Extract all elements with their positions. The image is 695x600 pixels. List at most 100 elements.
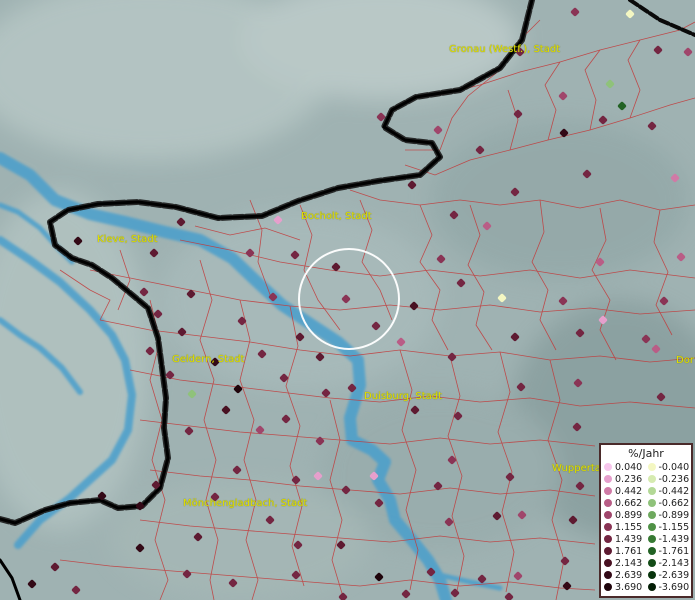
- measurement-point[interactable]: [447, 352, 457, 362]
- legend-row-positive: 0.040: [604, 461, 648, 473]
- measurement-point[interactable]: [315, 436, 325, 446]
- legend-swatch: [604, 463, 612, 471]
- city-label-wuppertal: Wupperta: [552, 463, 601, 474]
- legend-swatch: [604, 475, 612, 483]
- legend-value: 3.690: [615, 581, 643, 593]
- measurement-point[interactable]: [647, 121, 657, 131]
- legend-row-positive: 1.761: [604, 545, 648, 557]
- map-view[interactable]: Gronau (Westf.), Stadt Bocholt, Stadt Kl…: [0, 0, 695, 600]
- measurement-point[interactable]: [321, 388, 331, 398]
- measurement-point[interactable]: [497, 293, 507, 303]
- city-label-geldern: Geldern, Stadt: [172, 354, 245, 365]
- measurement-point[interactable]: [436, 254, 446, 264]
- legend-value: 0.662: [615, 497, 643, 509]
- legend-row-negative: -0.442: [647, 485, 692, 497]
- legend-panel: %/Jahr 0.040 0.236 0.442 0.662 0.899 1.155 1.4…: [599, 443, 693, 598]
- legend-swatch: [647, 547, 656, 555]
- measurement-point[interactable]: [625, 9, 635, 19]
- legend-row-negative: -1.155: [647, 521, 692, 533]
- legend-value: 1.439: [615, 533, 643, 545]
- legend-swatch: [604, 487, 612, 495]
- measurement-point[interactable]: [562, 581, 572, 591]
- measurement-point[interactable]: [221, 405, 231, 415]
- map-canvas[interactable]: [0, 0, 695, 600]
- measurement-point[interactable]: [50, 562, 60, 572]
- measurement-point[interactable]: [456, 278, 466, 288]
- measurement-point[interactable]: [338, 592, 348, 600]
- measurement-point[interactable]: [513, 571, 523, 581]
- legend-value: -0.236: [658, 473, 690, 485]
- legend-value: 0.236: [615, 473, 643, 485]
- legend-value: -0.442: [658, 485, 690, 497]
- city-label-bocholt: Bocholt, Stadt: [301, 211, 372, 222]
- legend-swatch: [647, 559, 656, 567]
- measurement-point[interactable]: [407, 180, 417, 190]
- legend-row-positive: 1.155: [604, 521, 648, 533]
- measurement-point[interactable]: [233, 384, 243, 394]
- legend-swatch: [647, 487, 656, 495]
- legend-row-positive: 2.639: [604, 569, 648, 581]
- legend-swatch: [604, 547, 612, 555]
- legend-value: 2.143: [615, 557, 643, 569]
- measurement-point[interactable]: [558, 296, 568, 306]
- measurement-point[interactable]: [659, 296, 669, 306]
- legend-value: -2.639: [658, 569, 690, 581]
- legend-swatch: [647, 535, 656, 543]
- legend-title: %/Jahr: [628, 447, 664, 460]
- measurement-point[interactable]: [27, 579, 37, 589]
- measurement-point[interactable]: [560, 556, 570, 566]
- legend-swatch: [604, 571, 612, 579]
- legend-row-positive: 3.690: [604, 581, 648, 593]
- legend-value: 0.899: [615, 509, 643, 521]
- city-label-gronau: Gronau (Westf.), Stadt: [449, 44, 561, 55]
- legend-swatch: [604, 511, 612, 519]
- measurement-point[interactable]: [558, 91, 568, 101]
- legend-row-negative: -1.439: [647, 533, 692, 545]
- measurement-point[interactable]: [71, 585, 81, 595]
- measurement-point[interactable]: [401, 589, 411, 599]
- legend-swatch: [647, 463, 656, 471]
- measurement-point[interactable]: [504, 592, 514, 600]
- legend-row-negative: -0.662: [647, 497, 692, 509]
- legend-swatch: [604, 499, 612, 507]
- measurement-point[interactable]: [184, 426, 194, 436]
- measurement-point[interactable]: [433, 125, 443, 135]
- measurement-point[interactable]: [683, 47, 693, 57]
- measurement-point[interactable]: [617, 101, 627, 111]
- legend-row-positive: 2.143: [604, 557, 648, 569]
- measurement-point[interactable]: [676, 252, 686, 262]
- legend-row-negative: -0.236: [647, 473, 692, 485]
- legend-row-negative: -2.639: [647, 569, 692, 581]
- measurement-point[interactable]: [176, 217, 186, 227]
- legend-swatch: [647, 523, 656, 531]
- legend-row-negative: -0.899: [647, 509, 692, 521]
- measurement-point[interactable]: [374, 572, 384, 582]
- measurement-point[interactable]: [598, 115, 608, 125]
- city-label-kleve: Kleve, Stadt: [97, 234, 158, 245]
- legend-value: -0.899: [658, 509, 690, 521]
- legend-value: -1.155: [658, 521, 690, 533]
- measurement-point[interactable]: [281, 414, 291, 424]
- measurement-point[interactable]: [450, 588, 460, 598]
- measurement-point[interactable]: [570, 7, 580, 17]
- legend-value: -0.662: [658, 497, 690, 509]
- city-label-moenchengladbach: Mönchengladbach, Stadt: [183, 498, 308, 509]
- legend-negative-column: -0.040 -0.236 -0.442 -0.662 -0.899 -1.155 -1.4…: [647, 461, 692, 593]
- measurement-point[interactable]: [605, 79, 615, 89]
- measurement-point[interactable]: [232, 465, 242, 475]
- measurement-point[interactable]: [149, 248, 159, 258]
- measurement-point[interactable]: [187, 389, 197, 399]
- legend-swatch: [647, 571, 656, 579]
- measurement-point[interactable]: [291, 475, 301, 485]
- legend-row-negative: -1.761: [647, 545, 692, 557]
- legend-value: 1.155: [615, 521, 643, 533]
- measurement-point[interactable]: [510, 332, 520, 342]
- legend-value: -2.143: [658, 557, 690, 569]
- legend-swatch: [604, 535, 612, 543]
- legend-value: 1.761: [615, 545, 643, 557]
- legend-value: 0.040: [615, 461, 643, 473]
- legend-row-negative: -3.690: [647, 581, 692, 593]
- legend-row-negative: -0.040: [647, 461, 692, 473]
- measurement-point[interactable]: [653, 45, 663, 55]
- legend-swatch: [604, 523, 612, 531]
